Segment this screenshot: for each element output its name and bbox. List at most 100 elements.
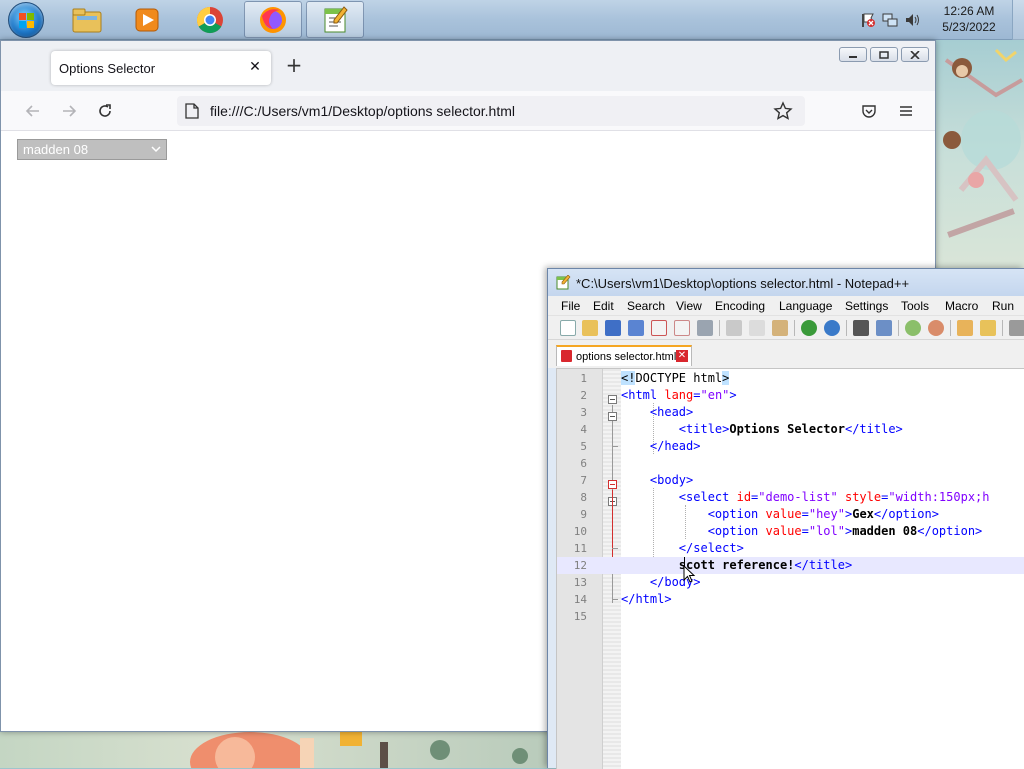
show-desktop-button[interactable] [1012, 0, 1024, 40]
code-line[interactable]: 10 <option value="lol">madden 08</option… [557, 523, 1024, 540]
tab-options-selector[interactable]: options selector.html ✕ [556, 345, 692, 366]
tab-close-icon[interactable]: ✕ [247, 58, 263, 76]
toolbar-separator [950, 320, 951, 336]
save-icon[interactable] [605, 320, 621, 336]
code-line[interactable]: 1 <!DOCTYPE html> [557, 370, 1024, 387]
zoom-in-icon[interactable] [905, 320, 921, 336]
start-button[interactable] [8, 2, 44, 38]
clock-date: 5/23/2022 [942, 20, 996, 34]
code-line[interactable]: 14 </html> [557, 591, 1024, 608]
code-line[interactable]: 5 </head> [557, 438, 1024, 455]
taskbar-notepad-plus-plus[interactable] [306, 1, 364, 38]
code-line[interactable]: 12 scott reference!</title> [557, 557, 1024, 574]
line-number: 9 [580, 508, 587, 521]
taskbar-media-player[interactable] [118, 1, 176, 38]
open-file-icon[interactable] [582, 320, 598, 336]
menu-edit[interactable]: Edit [593, 299, 614, 313]
action-center-flag-icon[interactable] [860, 12, 876, 28]
zoom-out-icon[interactable] [928, 320, 944, 336]
find-icon[interactable] [853, 320, 869, 336]
code-text: <title>Options Selector</title> [621, 421, 903, 438]
code-token: value [765, 507, 802, 521]
back-button[interactable] [23, 101, 43, 121]
replace-icon[interactable] [876, 320, 892, 336]
code-line[interactable]: 4 <title>Options Selector</title> [557, 421, 1024, 438]
close-all-icon[interactable] [674, 320, 690, 336]
line-number: 10 [573, 525, 587, 538]
maximize-button[interactable] [870, 47, 898, 62]
menu-language[interactable]: Language [779, 299, 832, 313]
menu-file[interactable]: File [561, 299, 580, 313]
code-token: Options Selector [729, 422, 845, 436]
paste-icon[interactable] [772, 320, 788, 336]
code-line[interactable]: 7 <body> [557, 472, 1024, 489]
clock-time: 12:26 AM [943, 4, 995, 18]
code-line[interactable]: 15 [557, 608, 1024, 625]
code-token: <body> [621, 473, 694, 487]
code-text: <option value="lol">madden 08</option> [621, 523, 983, 540]
menu-bar: File Edit Search View Encoding Language … [548, 296, 1024, 316]
sync-horizontal-icon[interactable] [980, 320, 996, 336]
navigation-toolbar: file:///C:/Users/vm1/Desktop/options sel… [1, 91, 935, 131]
menu-run[interactable]: Run [992, 299, 1014, 313]
code-token: Gex [852, 507, 874, 521]
close-file-icon[interactable] [651, 320, 667, 336]
notepad-plus-plus-icon [324, 5, 348, 32]
code-line[interactable]: 3 <head> [557, 404, 1024, 421]
tab-label: options selector.html [576, 351, 677, 363]
menu-macro[interactable]: Macro [945, 299, 978, 313]
address-bar[interactable]: file:///C:/Users/vm1/Desktop/options sel… [177, 96, 805, 126]
code-token: </title> [844, 422, 903, 436]
forward-button[interactable] [59, 101, 79, 121]
code-line[interactable]: 13 </body> [557, 574, 1024, 591]
menu-search[interactable]: Search [627, 299, 665, 313]
pocket-button[interactable] [859, 101, 879, 121]
copy-icon[interactable] [749, 320, 765, 336]
bookmark-star-icon[interactable] [773, 101, 793, 121]
close-window-button[interactable] [901, 47, 929, 62]
clock[interactable]: 12:26 AM 5/23/2022 [934, 3, 1004, 35]
tab-close-icon[interactable]: ✕ [676, 350, 688, 362]
code-line[interactable]: 2 <html lang="en"> [557, 387, 1024, 404]
forward-arrow-icon [63, 105, 77, 117]
code-token: "demo-list" [758, 490, 845, 504]
menu-settings[interactable]: Settings [845, 299, 888, 313]
volume-icon[interactable] [904, 12, 920, 28]
app-menu-button[interactable] [896, 101, 916, 121]
menu-tools[interactable]: Tools [901, 299, 929, 313]
sync-vertical-icon[interactable] [957, 320, 973, 336]
code-line[interactable]: 9 <option value="hey">Gex</option> [557, 506, 1024, 523]
undo-icon[interactable] [801, 320, 817, 336]
new-tab-button[interactable]: + [284, 55, 304, 76]
reload-button[interactable] [95, 101, 115, 121]
toolbar-separator [846, 320, 847, 336]
code-token: id [736, 490, 752, 504]
network-icon[interactable] [882, 12, 898, 28]
demo-list-select[interactable]: madden 08 [17, 139, 167, 160]
save-all-icon[interactable] [628, 320, 644, 336]
code-line[interactable]: 8 <select id="demo-list" style="width:15… [557, 489, 1024, 506]
taskbar-chrome[interactable] [181, 1, 239, 38]
code-editor[interactable]: 1 <!DOCTYPE html> 2 <html lang="en"> 3 <head… [556, 368, 1024, 769]
word-wrap-icon[interactable] [1009, 320, 1024, 336]
line-number: 1 [580, 372, 587, 385]
desktop-wallpaper-bottom [0, 732, 548, 768]
code-token: <html [621, 388, 665, 402]
code-text: <head> [621, 404, 693, 421]
taskbar-file-explorer[interactable] [58, 1, 116, 38]
new-file-icon[interactable] [560, 320, 576, 336]
chrome-icon [196, 6, 223, 33]
reload-icon [99, 104, 111, 117]
redo-icon[interactable] [824, 320, 840, 336]
line-number: 11 [573, 542, 587, 555]
menu-encoding[interactable]: Encoding [715, 299, 765, 313]
print-icon[interactable] [697, 320, 713, 336]
menu-view[interactable]: View [676, 299, 702, 313]
cut-icon[interactable] [726, 320, 742, 336]
taskbar-firefox[interactable] [244, 1, 302, 38]
code-line[interactable]: 6 [557, 455, 1024, 472]
restore-icon [879, 50, 889, 59]
minimize-button[interactable] [839, 47, 867, 62]
code-line[interactable]: 11 </select> [557, 540, 1024, 557]
browser-tab-options-selector[interactable]: Options Selector ✕ [51, 51, 271, 85]
